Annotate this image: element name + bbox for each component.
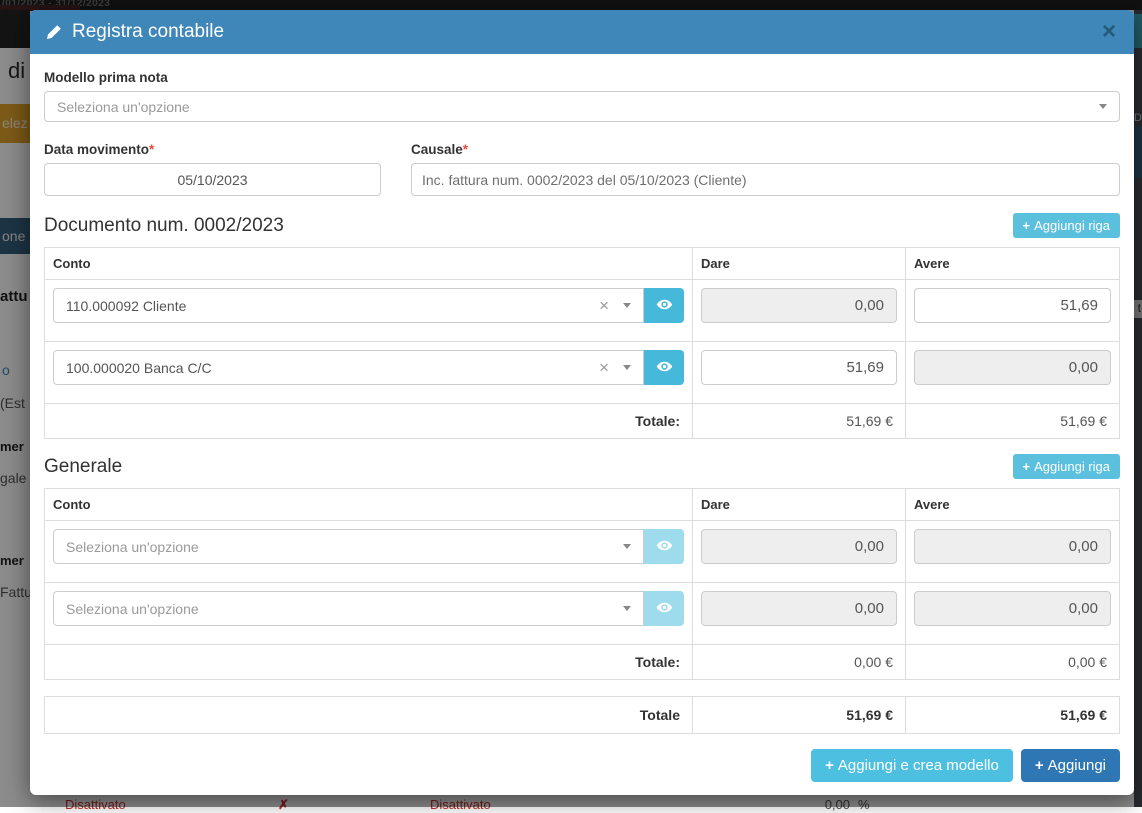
conto-column-header: Conto [45,489,693,521]
modal-header: Registra contabile × [30,10,1134,54]
chevron-down-icon [623,606,631,611]
avere-column-header: Avere [906,489,1120,521]
dare-input [701,529,897,564]
clear-icon[interactable]: × [599,359,609,376]
documento-section-header: Documento num. 0002/2023 +Aggiungi riga [44,212,1120,239]
conto-select-banca[interactable]: 100.000020 Banca C/C × [53,350,644,385]
generale-section-header: Generale +Aggiungi riga [44,453,1120,480]
eye-icon [656,599,673,619]
date-causale-row: Data movimento* Causale* [44,142,1120,196]
conto-select-group: Seleziona un'opzione [53,591,684,626]
modal-footer: +Aggiungi e crea modello +Aggiungi [30,736,1134,795]
causale-input[interactable] [411,163,1120,196]
generale-total-label: Totale: [45,645,693,680]
generale-total-dare: 0,00 € [693,645,906,680]
chevron-down-icon [1099,104,1107,109]
avere-input [914,591,1111,626]
plus-icon: + [1023,218,1031,233]
modal-title-text: Registra contabile [72,21,224,43]
registra-contabile-modal: Registra contabile × Modello prima nota … [30,10,1134,795]
conto-select-group: 100.000020 Banca C/C × [53,350,684,385]
avere-column-header: Avere [906,248,1120,280]
required-asterisk: * [463,142,468,157]
documento-total-avere: 51,69 € [906,404,1120,439]
grand-total-avere: 51,69 € [906,697,1120,734]
add-button[interactable]: +Aggiungi [1021,749,1120,782]
table-row: Seleziona un'opzione [45,521,1120,583]
chevron-down-icon [623,544,631,549]
view-account-button[interactable] [644,288,684,323]
plus-icon: + [1035,757,1044,774]
view-account-button-disabled [644,529,684,564]
data-movimento-input[interactable] [44,163,381,196]
modal-title: Registra contabile [46,21,224,43]
view-account-button-disabled [644,591,684,626]
generale-total-avere: 0,00 € [906,645,1120,680]
documento-table: Conto Dare Avere 110.000092 Cliente × [44,247,1120,439]
conto-column-header: Conto [45,248,693,280]
table-row: 110.000092 Cliente × [45,280,1120,342]
documento-table-header-row: Conto Dare Avere [45,248,1120,280]
eye-icon [656,358,673,378]
add-and-create-model-button[interactable]: +Aggiungi e crea modello [811,749,1013,782]
clear-icon[interactable]: × [599,297,609,314]
conto-select-empty[interactable]: Seleziona un'opzione [53,591,644,626]
data-movimento-label: Data movimento* [44,142,381,157]
avere-input[interactable] [914,288,1111,323]
generale-add-row-button[interactable]: +Aggiungi riga [1013,454,1120,479]
dare-input [701,288,897,323]
documento-total-label: Totale: [45,404,693,439]
plus-icon: + [825,757,834,774]
grand-total-label: Totale [45,697,693,734]
modal-body: Modello prima nota Seleziona un'opzione … [30,54,1134,736]
grand-total-dare: 51,69 € [693,697,906,734]
dare-input[interactable] [701,350,897,385]
conto-select-empty[interactable]: Seleziona un'opzione [53,529,644,564]
table-row: Seleziona un'opzione [45,583,1120,645]
chevron-down-icon [623,365,631,370]
documento-total-dare: 51,69 € [693,404,906,439]
conto-select-group: Seleziona un'opzione [53,529,684,564]
chevron-down-icon [623,303,631,308]
table-row: 100.000020 Banca C/C × [45,342,1120,404]
generale-total-row: Totale: 0,00 € 0,00 € [45,645,1120,680]
close-icon[interactable]: × [1100,20,1118,44]
modello-prima-nota-select[interactable]: Seleziona un'opzione [44,91,1120,122]
eye-icon [656,296,673,316]
required-asterisk: * [149,142,154,157]
dare-column-header: Dare [693,248,906,280]
eye-icon [656,537,673,557]
documento-total-row: Totale: 51,69 € 51,69 € [45,404,1120,439]
generale-table: Conto Dare Avere Seleziona un'opzione [44,488,1120,680]
view-account-button[interactable] [644,350,684,385]
plus-icon: + [1023,459,1031,474]
documento-section-title: Documento num. 0002/2023 [44,215,284,237]
dare-input [701,591,897,626]
conto-select-group: 110.000092 Cliente × [53,288,684,323]
modello-select-placeholder: Seleziona un'opzione [57,99,1099,115]
grand-total-row: Totale 51,69 € 51,69 € [45,697,1120,734]
conto-select-cliente[interactable]: 110.000092 Cliente × [53,288,644,323]
pencil-icon [46,24,62,40]
avere-input [914,529,1111,564]
modello-prima-nota-label: Modello prima nota [44,70,1120,85]
generale-table-header-row: Conto Dare Avere [45,489,1120,521]
grand-total-table: Totale 51,69 € 51,69 € [44,696,1120,734]
generale-section-title: Generale [44,456,122,478]
causale-label: Causale* [411,142,1120,157]
dare-column-header: Dare [693,489,906,521]
avere-input [914,350,1111,385]
documento-add-row-button[interactable]: +Aggiungi riga [1013,213,1120,238]
